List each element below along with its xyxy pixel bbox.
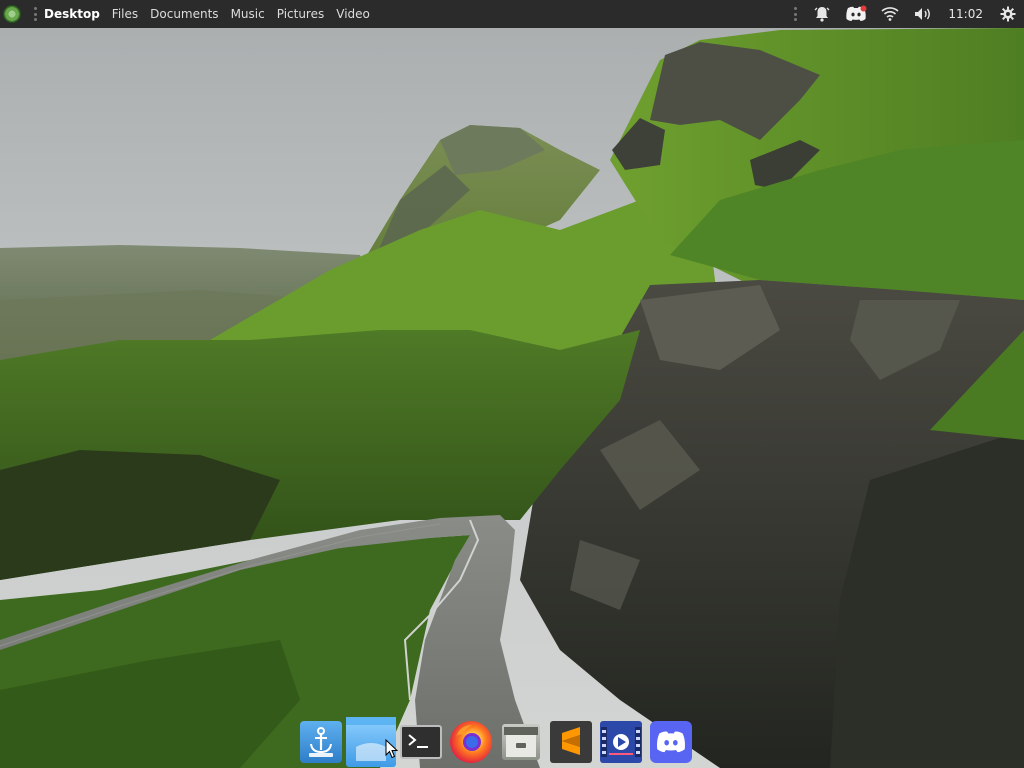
ubuntu-budgie-logo-icon [3,5,21,23]
sublime-icon [550,721,592,763]
landscape-image [0,0,1024,768]
dock-item-discord[interactable] [646,716,696,768]
desktop-wallpaper [0,0,1024,768]
dock-item-terminal[interactable] [396,716,446,768]
dock-item-sublime-text[interactable] [546,716,596,768]
terminal-icon [400,725,442,759]
notifications-button[interactable] [806,0,838,28]
dock-item-video-player[interactable] [596,716,646,768]
places-desktop[interactable]: Desktop [44,7,100,21]
places-music[interactable]: Music [231,7,265,21]
discord-icon [846,5,867,21]
top-panel: Desktop Files Documents Music Pictures V… [0,0,1024,28]
dock-item-archive-manager[interactable] [496,716,546,768]
wifi-icon [881,7,899,21]
system-tray: 11:02 [794,0,1024,28]
menu-button[interactable] [0,0,24,28]
film-icon [600,721,642,763]
places-video[interactable]: Video [336,7,370,21]
bell-icon [814,7,830,22]
places-pictures[interactable]: Pictures [277,7,325,21]
dock-item-plank-settings[interactable] [296,716,346,768]
dock-item-files[interactable] [346,716,396,768]
volume-button[interactable] [906,0,940,28]
discord-icon [650,721,692,763]
archive-icon [502,724,540,760]
clock[interactable]: 11:02 [940,7,993,21]
discord-tray-button[interactable] [838,0,874,28]
folder-icon [346,717,396,767]
dock-item-firefox[interactable] [446,716,496,768]
panel-grip [34,7,38,21]
places-documents[interactable]: Documents [150,7,218,21]
places-files[interactable]: Files [112,7,138,21]
volume-icon [915,8,931,20]
wifi-button[interactable] [874,0,906,28]
plank-dock [292,708,728,768]
anchor-icon [300,721,342,763]
firefox-icon [450,721,492,763]
gear-icon [1000,6,1016,22]
settings-button[interactable] [993,0,1024,28]
tray-grip [794,7,798,21]
